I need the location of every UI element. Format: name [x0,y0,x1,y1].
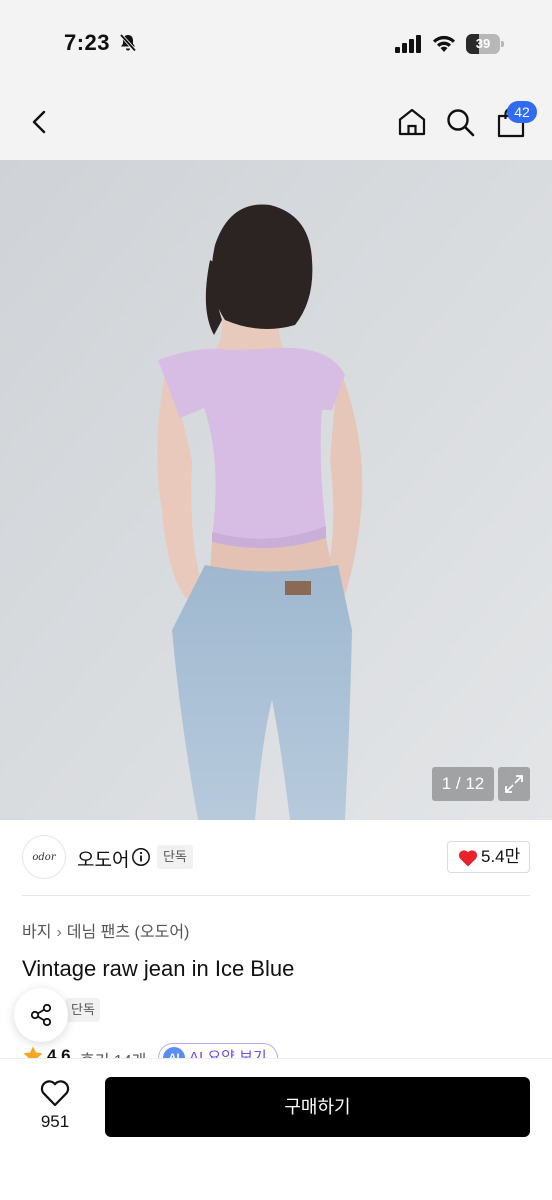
image-counter: 1 / 12 [432,767,494,801]
brand-name[interactable]: 오도어 [77,845,129,872]
divider [22,895,530,896]
expand-button[interactable] [498,767,530,801]
buy-button[interactable]: 구매하기 [105,1077,530,1137]
breadcrumb-subcategory[interactable]: 데님 팬츠 (오도어) [67,924,190,941]
bell-slash-icon [119,33,137,52]
like-count: 5.4만 [481,847,521,866]
product-title: Vintage raw jean in Ice Blue [22,956,295,981]
share-icon [30,1003,52,1027]
battery-level: 39 [475,36,491,51]
brand-logo[interactable]: odor [22,835,66,879]
heart-outline-icon[interactable] [40,1079,70,1107]
share-button[interactable] [14,988,68,1042]
status-bar: 7:23 39 [0,0,552,88]
wifi-icon [433,35,455,52]
like-button[interactable]: 5.4만 [447,841,530,873]
exclusive-badge: 단독 [66,998,100,1022]
expand-icon [505,775,523,793]
exclusive-badge: 단독 [157,845,193,869]
home-icon[interactable] [396,106,428,138]
product-image[interactable] [0,160,552,820]
heart-filled-icon [458,850,478,867]
chevron-right-icon: › [56,924,62,941]
cart-badge: 42 [507,101,537,123]
search-icon[interactable] [444,106,476,138]
battery-icon: 39 [466,34,504,54]
status-time: 7:23 [64,30,111,55]
breadcrumb-category[interactable]: 바지 [22,924,51,941]
info-icon[interactable] [131,847,151,867]
signal-icon [395,35,421,53]
wish-count: 951 [40,1112,70,1131]
breadcrumb: 바지 › 데님 팬츠 (오도어) [22,918,189,942]
bottom-action-bar: 951 구매하기 [0,1058,552,1200]
top-nav-bar: 42 [0,88,552,160]
back-icon[interactable] [26,108,54,136]
